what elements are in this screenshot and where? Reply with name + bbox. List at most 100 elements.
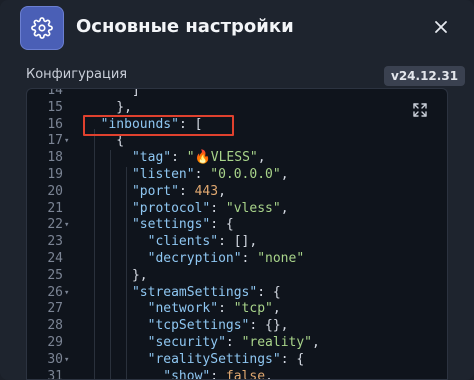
code-token: "listen" [131, 166, 195, 182]
line-number: 21 [47, 200, 63, 216]
code-token: : [210, 200, 226, 216]
code-token: , [272, 301, 281, 317]
code-line[interactable]: 26 ▾ "streamSettings": { [27, 285, 447, 302]
code-token: : {}, [249, 318, 289, 334]
code-token: , [265, 368, 273, 380]
code-line[interactable]: 20 "port": 443, [27, 184, 447, 201]
code-line[interactable]: 28 "tcpSettings": {}, [27, 318, 447, 335]
code-text: "clients": [], [85, 234, 258, 251]
close-button[interactable] [426, 12, 456, 42]
code-token: "tag" [131, 150, 172, 166]
code-token: "protocol" [131, 200, 211, 216]
code-editor[interactable]: 14 ] 15 }, 16 "inbounds": [17 ▾ {18 "tag": … [26, 88, 448, 380]
version-badge: v24.12.31 [384, 66, 466, 86]
line-number: 16 [47, 116, 63, 132]
code-token: , [280, 166, 289, 182]
code-text: "realitySettings": { [85, 351, 305, 369]
code-token: : [178, 183, 195, 199]
code-token: "network" [147, 301, 219, 317]
code-line[interactable]: 22 ▾ "settings": { [27, 217, 447, 234]
code-token: : [171, 150, 187, 166]
line-number: 24 [47, 250, 63, 266]
code-line[interactable]: 24 "decryption": "none" [27, 251, 447, 268]
code-line[interactable]: 14 ] [27, 88, 447, 100]
line-number: 23 [47, 234, 63, 250]
line-number: 17 [47, 133, 63, 149]
code-token: "clients" [147, 234, 219, 250]
code-token: "0.0.0.0" [210, 166, 281, 182]
modal-title: Основные настройки [76, 16, 294, 37]
line-number: 14 [47, 88, 63, 98]
code-token: "none" [257, 250, 305, 266]
code-text: }, [85, 268, 148, 285]
code-token: }, [85, 267, 148, 283]
code-token: "tcpSettings" [147, 318, 250, 334]
code-token: : { [210, 217, 234, 233]
code-line[interactable]: 30 ▾ "realitySettings": { [27, 352, 447, 369]
code-token: : [225, 334, 242, 350]
code-text: "tcpSettings": {}, [85, 318, 289, 335]
fold-chevron-icon[interactable]: ▾ [64, 217, 69, 234]
code-line[interactable]: 23 "clients": [], [27, 234, 447, 251]
code-token: : { [280, 351, 305, 367]
code-token: , [257, 150, 266, 166]
code-text: "port": 443, [85, 184, 226, 201]
code-text: "decryption": "none" [85, 250, 305, 268]
code-token: "security" [147, 334, 226, 350]
code-text: "tag": "🔥VLESS", [85, 150, 266, 167]
settings-modal: Основные настройки Конфигурация v24.12.3… [0, 0, 474, 380]
code-line[interactable]: 29 "security": "reality", [27, 335, 447, 352]
expand-icon [413, 103, 427, 117]
line-number: 28 [47, 318, 63, 334]
fold-chevron-icon[interactable]: ▾ [64, 133, 69, 150]
line-number: 27 [47, 301, 63, 317]
line-number: 25 [47, 267, 63, 283]
inbounds-highlight [83, 115, 234, 136]
code-token: "🔥VLESS" [186, 150, 258, 166]
code-token: "show" [163, 368, 211, 380]
code-line[interactable]: 31 "show": false, [27, 368, 447, 380]
code-text: "security": "reality", [85, 335, 320, 352]
line-number: 20 [47, 183, 63, 199]
code-text: "protocol": "vless", [85, 201, 289, 218]
code-text: "show": false, [85, 368, 273, 380]
fold-chevron-icon[interactable]: ▾ [64, 352, 69, 369]
line-number: 19 [47, 166, 63, 182]
code-text: "listen": "0.0.0.0", [85, 167, 289, 184]
line-number: 18 [47, 150, 63, 166]
code-line[interactable]: 25 }, [27, 268, 447, 285]
fold-chevron-icon[interactable]: ▾ [64, 285, 69, 302]
code-token: "tcp" [233, 301, 273, 317]
code-token: 443 [194, 183, 219, 199]
line-number: 30 [47, 351, 63, 367]
expand-button[interactable] [411, 101, 429, 119]
line-number: 26 [47, 284, 63, 300]
code-token: "realitySettings" [147, 351, 281, 367]
code-line[interactable]: 18 "tag": "🔥VLESS", [27, 150, 447, 167]
code-line[interactable]: 21 "protocol": "vless", [27, 201, 447, 218]
code-line[interactable]: 19 "listen": "0.0.0.0", [27, 167, 447, 184]
code-token: "port" [131, 183, 179, 199]
line-number: 15 [47, 99, 63, 115]
code-token: : [], [218, 234, 258, 250]
close-icon [435, 21, 447, 33]
code-token: "streamSettings" [131, 284, 258, 300]
config-label: Конфигурация [26, 67, 128, 82]
code-line[interactable]: 27 "network": "tcp", [27, 301, 447, 318]
line-number: 29 [47, 334, 63, 350]
code-token: "vless" [225, 200, 281, 216]
code-token: "settings" [131, 217, 211, 233]
code-token: , [312, 334, 320, 350]
